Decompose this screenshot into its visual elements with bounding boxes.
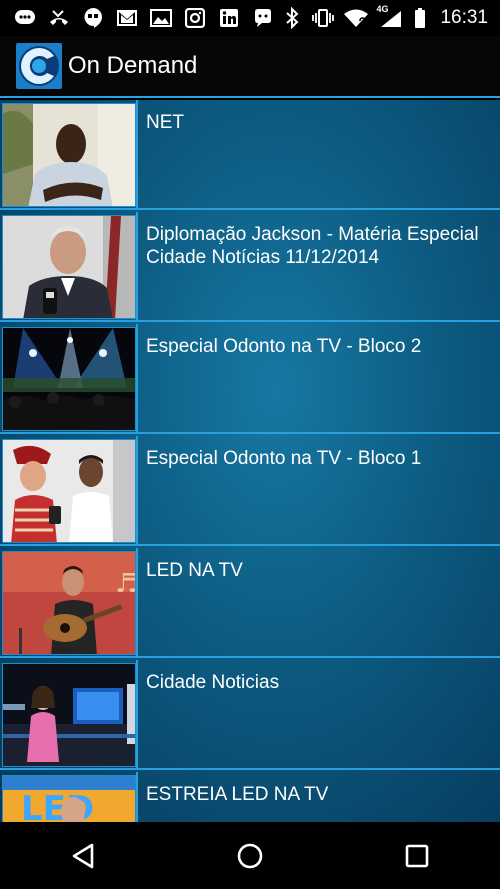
- video-list-item[interactable]: NET: [0, 100, 500, 210]
- photos-icon: [150, 7, 172, 29]
- video-title: NET: [146, 112, 184, 133]
- video-list-item[interactable]: Especial Odonto na TV - Bloco 2: [0, 324, 500, 434]
- video-title: Especial Odonto na TV - Bloco 2: [146, 336, 422, 357]
- recents-icon: [405, 844, 428, 867]
- instagram-icon: [184, 7, 206, 29]
- missed-call-icon: [48, 7, 70, 29]
- video-title: ESTREIA LED NA TV: [146, 784, 329, 805]
- bluetooth-icon: [281, 7, 303, 29]
- messenger-icon: [14, 7, 36, 29]
- hangouts-icon: [82, 7, 104, 29]
- whatsapp-icon: [252, 7, 274, 29]
- network-type: 4G: [376, 4, 389, 14]
- wifi-icon: [343, 7, 369, 29]
- thumbnail-led-show: LED: [2, 775, 136, 822]
- back-icon: [73, 843, 94, 868]
- vibrate-icon: [312, 7, 335, 29]
- action-bar: On Demand: [0, 36, 500, 98]
- video-list-item[interactable]: Especial Odonto na TV - Bloco 1: [0, 436, 500, 546]
- clock: 16:31: [440, 7, 488, 28]
- navigation-bar: [0, 822, 500, 889]
- video-list-item[interactable]: Diplomação Jackson - Matéria Especial Ci…: [0, 212, 500, 322]
- back-button[interactable]: [53, 826, 113, 886]
- video-list-item[interactable]: ♬ LED NA TV: [0, 548, 500, 658]
- thumbnail-concert-stage: [2, 327, 136, 431]
- notification-icons: [0, 7, 274, 29]
- linkedin-icon: [218, 7, 240, 29]
- signal-icon: 4G: [376, 4, 404, 29]
- thumbnail-man-microphone: [2, 215, 136, 319]
- thumbnail-pirate-interview: [2, 439, 136, 543]
- video-title: Cidade Noticias: [146, 672, 280, 693]
- video-list-item[interactable]: Cidade Noticias: [0, 660, 500, 770]
- thumbnail-man-interview: [2, 103, 136, 207]
- thumbnail-news-studio: [2, 663, 136, 767]
- svg-text:♬: ♬: [115, 569, 136, 599]
- app-logo-icon[interactable]: [16, 43, 62, 89]
- system-icons: 4G 16:31: [281, 4, 500, 29]
- recents-button[interactable]: [387, 826, 447, 886]
- video-list-item[interactable]: LED ESTREIA LED NA TV: [0, 772, 500, 822]
- video-list[interactable]: NET Diplomação Jackson - Matéria Especia…: [0, 100, 500, 822]
- battery-icon: [413, 7, 427, 29]
- page-title: On Demand: [68, 52, 198, 79]
- video-title: Especial Odonto na TV - Bloco 1: [146, 448, 422, 469]
- video-title: Diplomação Jackson - Matéria Especial Ci…: [146, 224, 479, 268]
- gmail-icon: [116, 7, 138, 29]
- home-icon: [237, 843, 263, 868]
- home-button[interactable]: [220, 826, 280, 886]
- thumbnail-guitarist: ♬: [2, 551, 136, 655]
- video-title: LED NA TV: [146, 560, 243, 581]
- status-bar: 4G 16:31: [0, 0, 500, 36]
